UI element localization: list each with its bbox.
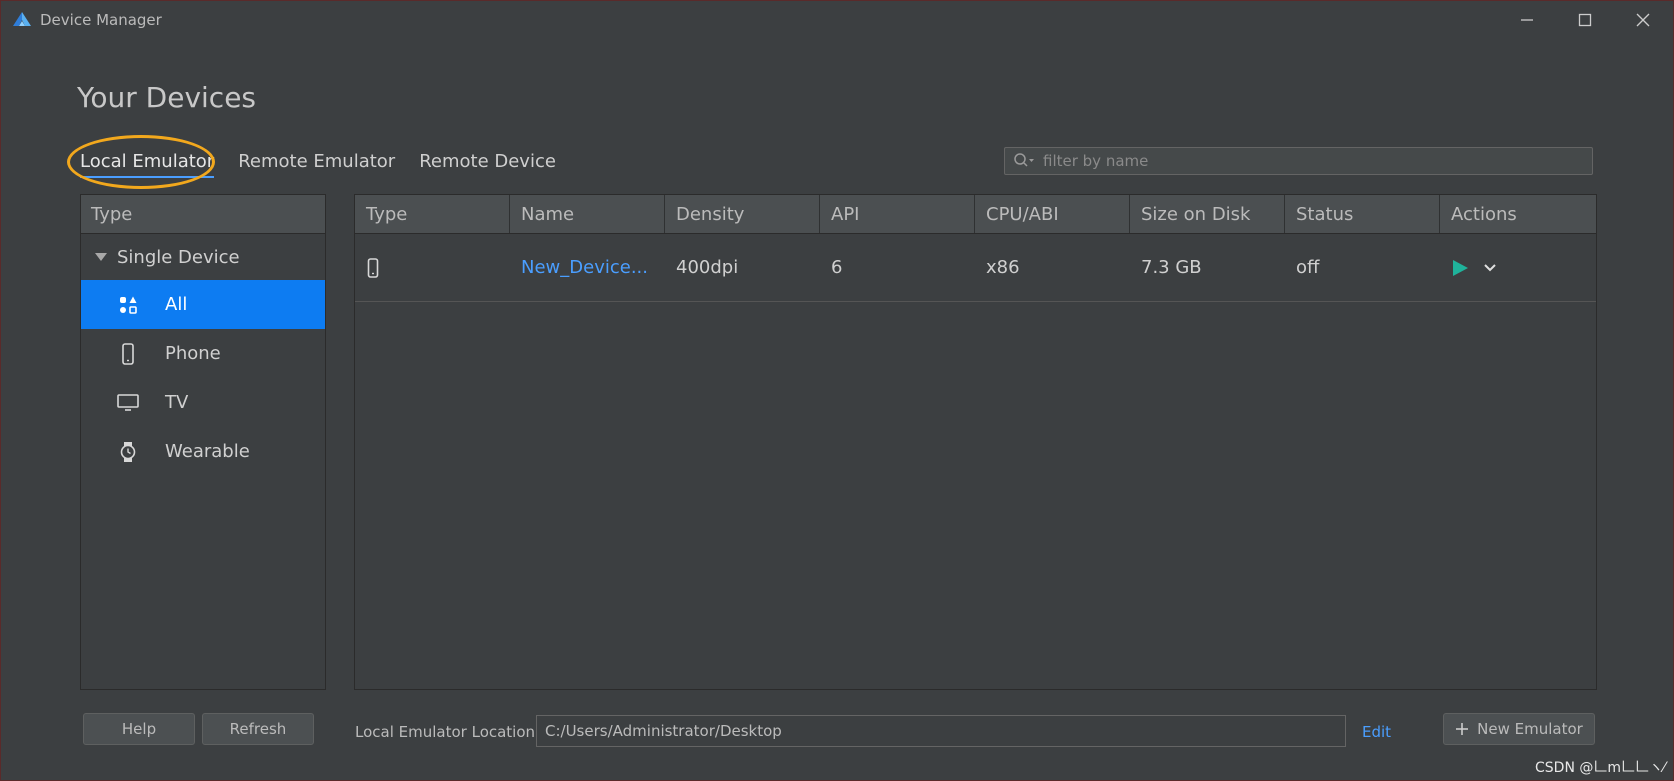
type-panel-header: Type <box>81 195 325 234</box>
minimize-button[interactable] <box>1505 7 1549 33</box>
column-header-name[interactable]: Name <box>510 195 665 233</box>
search-icon <box>1014 153 1034 167</box>
title-bar: Device Manager <box>1 1 1673 39</box>
single-device-group[interactable]: Single Device <box>81 234 325 280</box>
watermark: CSDN @𠃊m𠃊𠃊ヽ⁄ <box>1535 760 1666 776</box>
location-label: Local Emulator Location: <box>355 723 541 741</box>
tab-remote-device[interactable]: Remote Device <box>419 151 556 178</box>
edit-location-link[interactable]: Edit <box>1362 723 1391 741</box>
device-type-cell <box>355 257 510 278</box>
size-cell: 7.3 GB <box>1141 257 1202 278</box>
minimize-icon <box>1521 19 1533 21</box>
cpu-cell: x86 <box>986 257 1020 278</box>
chevron-down-icon[interactable] <box>1483 263 1497 273</box>
phone-icon <box>367 257 379 278</box>
page-title: Your Devices <box>77 81 257 114</box>
column-header-status[interactable]: Status <box>1285 195 1440 233</box>
actions-cell <box>1440 259 1595 277</box>
plus-icon <box>1456 723 1469 735</box>
play-icon[interactable] <box>1451 259 1469 277</box>
window-title: Device Manager <box>40 11 162 29</box>
close-icon <box>1636 13 1650 27</box>
density-cell: 400dpi <box>676 257 739 278</box>
tab-remote-emulator[interactable]: Remote Emulator <box>238 151 395 178</box>
maximize-icon <box>1578 13 1592 27</box>
help-button[interactable]: Help <box>83 713 195 745</box>
new-emulator-button[interactable]: New Emulator <box>1443 713 1595 745</box>
tab-local-emulator[interactable]: Local Emulator <box>80 151 215 178</box>
device-table: Type Name Density API CPU/ABI Size on Di… <box>354 194 1597 690</box>
refresh-button[interactable]: Refresh <box>202 713 314 745</box>
caret-down-icon <box>95 253 107 261</box>
category-label: All <box>165 294 188 315</box>
api-cell: 6 <box>831 257 843 278</box>
column-header-actions[interactable]: Actions <box>1440 195 1595 233</box>
grid-apps-icon <box>117 294 139 316</box>
tv-icon <box>117 392 139 414</box>
device-source-tabs: Local Emulator Remote Emulator Remote De… <box>80 151 556 178</box>
device-manager-window: Device Manager Your Devices Local Emulat… <box>0 0 1674 781</box>
watch-icon <box>117 441 139 463</box>
status-cell: off <box>1296 257 1320 278</box>
category-label: TV <box>165 392 189 413</box>
category-all[interactable]: All <box>81 280 325 329</box>
table-header: Type Name Density API CPU/ABI Size on Di… <box>355 195 1596 234</box>
column-header-type[interactable]: Type <box>355 195 510 233</box>
column-header-density[interactable]: Density <box>665 195 820 233</box>
column-header-size[interactable]: Size on Disk <box>1130 195 1285 233</box>
column-header-api[interactable]: API <box>820 195 975 233</box>
search-input[interactable] <box>1041 151 1585 171</box>
group-label: Single Device <box>117 246 240 268</box>
category-tv[interactable]: TV <box>81 378 325 427</box>
maximize-button[interactable] <box>1563 7 1607 33</box>
category-wearable[interactable]: Wearable <box>81 427 325 476</box>
search-box[interactable] <box>1004 147 1593 175</box>
location-field[interactable]: C:/Users/Administrator/Desktop <box>536 715 1346 747</box>
category-label: Wearable <box>165 441 250 462</box>
new-emulator-label: New Emulator <box>1477 720 1583 738</box>
device-name-link[interactable]: New_Device... <box>510 257 665 278</box>
category-label: Phone <box>165 343 221 364</box>
phone-icon <box>117 342 139 365</box>
category-phone[interactable]: Phone <box>81 329 325 378</box>
app-logo-icon <box>13 12 31 26</box>
column-header-cpu[interactable]: CPU/ABI <box>975 195 1130 233</box>
table-row[interactable]: New_Device... 400dpi 6 x86 7.3 GB off <box>355 234 1596 302</box>
device-type-panel: Type Single Device All Phone TV Wearable <box>80 194 326 690</box>
close-button[interactable] <box>1621 7 1665 33</box>
